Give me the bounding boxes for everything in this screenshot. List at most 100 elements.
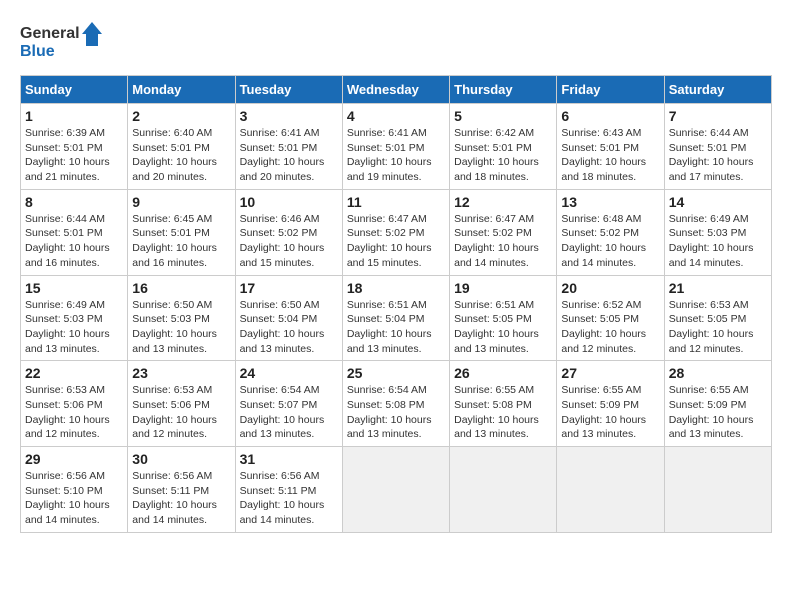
day-info: Sunrise: 6:39 AMSunset: 5:01 PMDaylight:… bbox=[25, 126, 123, 185]
calendar-cell bbox=[450, 447, 557, 533]
day-number: 8 bbox=[25, 194, 123, 210]
day-info: Sunrise: 6:47 AMSunset: 5:02 PMDaylight:… bbox=[454, 212, 552, 271]
svg-text:Blue: Blue bbox=[20, 43, 55, 60]
day-number: 24 bbox=[240, 365, 338, 381]
calendar-cell: 18 Sunrise: 6:51 AMSunset: 5:04 PMDayligh… bbox=[342, 275, 449, 361]
calendar-header-monday: Monday bbox=[128, 76, 235, 104]
day-number: 23 bbox=[132, 365, 230, 381]
day-number: 22 bbox=[25, 365, 123, 381]
day-info: Sunrise: 6:56 AMSunset: 5:10 PMDaylight:… bbox=[25, 469, 123, 528]
day-number: 9 bbox=[132, 194, 230, 210]
day-number: 20 bbox=[561, 280, 659, 296]
calendar-header-tuesday: Tuesday bbox=[235, 76, 342, 104]
calendar-cell: 8 Sunrise: 6:44 AMSunset: 5:01 PMDaylight… bbox=[21, 189, 128, 275]
calendar-cell: 14 Sunrise: 6:49 AMSunset: 5:03 PMDayligh… bbox=[664, 189, 771, 275]
calendar-cell: 9 Sunrise: 6:45 AMSunset: 5:01 PMDaylight… bbox=[128, 189, 235, 275]
calendar-cell: 15 Sunrise: 6:49 AMSunset: 5:03 PMDayligh… bbox=[21, 275, 128, 361]
calendar-cell: 19 Sunrise: 6:51 AMSunset: 5:05 PMDayligh… bbox=[450, 275, 557, 361]
day-info: Sunrise: 6:52 AMSunset: 5:05 PMDaylight:… bbox=[561, 298, 659, 357]
calendar-header-row: SundayMondayTuesdayWednesdayThursdayFrid… bbox=[21, 76, 772, 104]
calendar-cell: 22 Sunrise: 6:53 AMSunset: 5:06 PMDayligh… bbox=[21, 361, 128, 447]
svg-text:General: General bbox=[20, 25, 80, 42]
calendar-cell: 27 Sunrise: 6:55 AMSunset: 5:09 PMDayligh… bbox=[557, 361, 664, 447]
calendar-week-4: 22 Sunrise: 6:53 AMSunset: 5:06 PMDayligh… bbox=[21, 361, 772, 447]
day-info: Sunrise: 6:47 AMSunset: 5:02 PMDaylight:… bbox=[347, 212, 445, 271]
calendar-cell: 10 Sunrise: 6:46 AMSunset: 5:02 PMDayligh… bbox=[235, 189, 342, 275]
calendar-week-3: 15 Sunrise: 6:49 AMSunset: 5:03 PMDayligh… bbox=[21, 275, 772, 361]
calendar-header-wednesday: Wednesday bbox=[342, 76, 449, 104]
day-info: Sunrise: 6:41 AMSunset: 5:01 PMDaylight:… bbox=[347, 126, 445, 185]
day-info: Sunrise: 6:55 AMSunset: 5:09 PMDaylight:… bbox=[669, 383, 767, 442]
day-number: 11 bbox=[347, 194, 445, 210]
day-info: Sunrise: 6:44 AMSunset: 5:01 PMDaylight:… bbox=[669, 126, 767, 185]
day-info: Sunrise: 6:42 AMSunset: 5:01 PMDaylight:… bbox=[454, 126, 552, 185]
calendar-cell: 21 Sunrise: 6:53 AMSunset: 5:05 PMDayligh… bbox=[664, 275, 771, 361]
calendar-cell: 28Sunrise: 6:55 AMSunset: 5:09 PMDayligh… bbox=[664, 361, 771, 447]
calendar-cell: 12Sunrise: 6:47 AMSunset: 5:02 PMDayligh… bbox=[450, 189, 557, 275]
day-info: Sunrise: 6:49 AMSunset: 5:03 PMDaylight:… bbox=[669, 212, 767, 271]
day-info: Sunrise: 6:49 AMSunset: 5:03 PMDaylight:… bbox=[25, 298, 123, 357]
calendar-cell: 1Sunrise: 6:39 AMSunset: 5:01 PMDaylight… bbox=[21, 104, 128, 190]
day-info: Sunrise: 6:56 AMSunset: 5:11 PMDaylight:… bbox=[132, 469, 230, 528]
calendar-cell: 16 Sunrise: 6:50 AMSunset: 5:03 PMDayligh… bbox=[128, 275, 235, 361]
day-number: 3 bbox=[240, 108, 338, 124]
calendar-cell: 31Sunrise: 6:56 AMSunset: 5:11 PMDayligh… bbox=[235, 447, 342, 533]
calendar-cell: 4 Sunrise: 6:41 AMSunset: 5:01 PMDaylight… bbox=[342, 104, 449, 190]
day-number: 10 bbox=[240, 194, 338, 210]
calendar-header-friday: Friday bbox=[557, 76, 664, 104]
day-number: 30 bbox=[132, 451, 230, 467]
header: GeneralBlue bbox=[20, 20, 772, 65]
day-info: Sunrise: 6:45 AMSunset: 5:01 PMDaylight:… bbox=[132, 212, 230, 271]
day-number: 7 bbox=[669, 108, 767, 124]
day-number: 14 bbox=[669, 194, 767, 210]
day-number: 19 bbox=[454, 280, 552, 296]
calendar-cell: 26 Sunrise: 6:55 AMSunset: 5:08 PMDayligh… bbox=[450, 361, 557, 447]
calendar-table: SundayMondayTuesdayWednesdayThursdayFrid… bbox=[20, 75, 772, 533]
calendar-cell bbox=[557, 447, 664, 533]
day-number: 29 bbox=[25, 451, 123, 467]
calendar-cell: 23 Sunrise: 6:53 AMSunset: 5:06 PMDayligh… bbox=[128, 361, 235, 447]
calendar-header-saturday: Saturday bbox=[664, 76, 771, 104]
day-number: 27 bbox=[561, 365, 659, 381]
day-number: 2 bbox=[132, 108, 230, 124]
calendar-week-2: 8 Sunrise: 6:44 AMSunset: 5:01 PMDaylight… bbox=[21, 189, 772, 275]
day-number: 4 bbox=[347, 108, 445, 124]
day-info: Sunrise: 6:51 AMSunset: 5:05 PMDaylight:… bbox=[454, 298, 552, 357]
calendar-cell: 30 Sunrise: 6:56 AMSunset: 5:11 PMDayligh… bbox=[128, 447, 235, 533]
day-number: 16 bbox=[132, 280, 230, 296]
day-info: Sunrise: 6:46 AMSunset: 5:02 PMDaylight:… bbox=[240, 212, 338, 271]
day-info: Sunrise: 6:48 AMSunset: 5:02 PMDaylight:… bbox=[561, 212, 659, 271]
calendar-cell: 2 Sunrise: 6:40 AMSunset: 5:01 PMDaylight… bbox=[128, 104, 235, 190]
day-info: Sunrise: 6:43 AMSunset: 5:01 PMDaylight:… bbox=[561, 126, 659, 185]
day-number: 21 bbox=[669, 280, 767, 296]
day-info: Sunrise: 6:51 AMSunset: 5:04 PMDaylight:… bbox=[347, 298, 445, 357]
day-info: Sunrise: 6:50 AMSunset: 5:03 PMDaylight:… bbox=[132, 298, 230, 357]
day-info: Sunrise: 6:55 AMSunset: 5:09 PMDaylight:… bbox=[561, 383, 659, 442]
calendar-cell: 7 Sunrise: 6:44 AMSunset: 5:01 PMDaylight… bbox=[664, 104, 771, 190]
day-info: Sunrise: 6:53 AMSunset: 5:05 PMDaylight:… bbox=[669, 298, 767, 357]
day-info: Sunrise: 6:50 AMSunset: 5:04 PMDaylight:… bbox=[240, 298, 338, 357]
calendar-cell: 11 Sunrise: 6:47 AMSunset: 5:02 PMDayligh… bbox=[342, 189, 449, 275]
day-number: 25 bbox=[347, 365, 445, 381]
calendar-cell: 3Sunrise: 6:41 AMSunset: 5:01 PMDaylight… bbox=[235, 104, 342, 190]
day-number: 15 bbox=[25, 280, 123, 296]
day-info: Sunrise: 6:44 AMSunset: 5:01 PMDaylight:… bbox=[25, 212, 123, 271]
day-number: 18 bbox=[347, 280, 445, 296]
calendar-cell: 20 Sunrise: 6:52 AMSunset: 5:05 PMDayligh… bbox=[557, 275, 664, 361]
calendar-cell: 5 Sunrise: 6:42 AMSunset: 5:01 PMDaylight… bbox=[450, 104, 557, 190]
day-info: Sunrise: 6:53 AMSunset: 5:06 PMDaylight:… bbox=[132, 383, 230, 442]
day-info: Sunrise: 6:54 AMSunset: 5:08 PMDaylight:… bbox=[347, 383, 445, 442]
day-info: Sunrise: 6:56 AMSunset: 5:11 PMDaylight:… bbox=[240, 469, 338, 528]
day-info: Sunrise: 6:53 AMSunset: 5:06 PMDaylight:… bbox=[25, 383, 123, 442]
day-info: Sunrise: 6:40 AMSunset: 5:01 PMDaylight:… bbox=[132, 126, 230, 185]
calendar-cell: 17 Sunrise: 6:50 AMSunset: 5:04 PMDayligh… bbox=[235, 275, 342, 361]
calendar-cell: 29 Sunrise: 6:56 AMSunset: 5:10 PMDayligh… bbox=[21, 447, 128, 533]
day-info: Sunrise: 6:54 AMSunset: 5:07 PMDaylight:… bbox=[240, 383, 338, 442]
day-number: 26 bbox=[454, 365, 552, 381]
day-number: 6 bbox=[561, 108, 659, 124]
calendar-cell bbox=[342, 447, 449, 533]
day-number: 17 bbox=[240, 280, 338, 296]
day-number: 5 bbox=[454, 108, 552, 124]
calendar-cell: 13Sunrise: 6:48 AMSunset: 5:02 PMDayligh… bbox=[557, 189, 664, 275]
day-info: Sunrise: 6:55 AMSunset: 5:08 PMDaylight:… bbox=[454, 383, 552, 442]
